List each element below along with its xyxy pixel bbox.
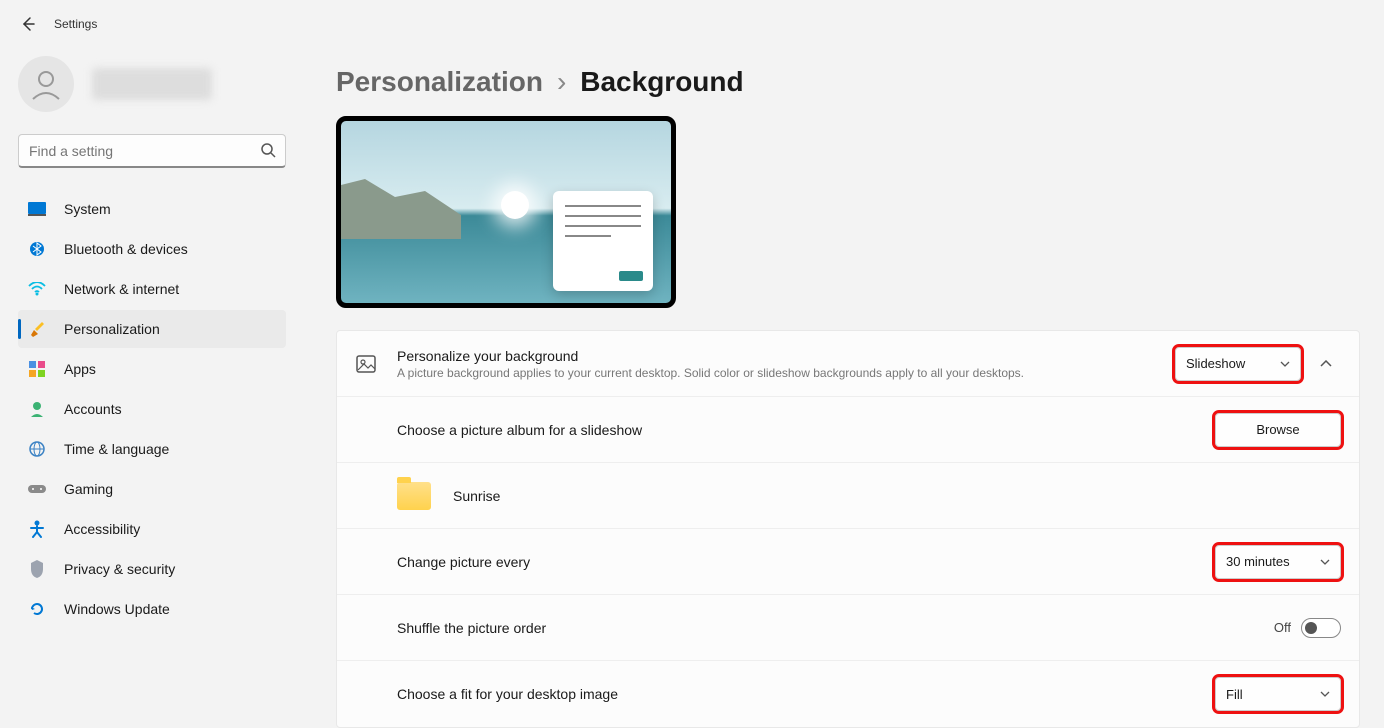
setting-change-interval: Change picture every 30 minutes — [337, 529, 1359, 595]
toggle-state-label: Off — [1274, 620, 1291, 635]
selected-folder[interactable]: Sunrise — [337, 463, 1359, 529]
update-icon — [28, 600, 46, 618]
setting-title: Change picture every — [397, 554, 1215, 570]
sidebar-item-label: Apps — [64, 361, 96, 377]
sidebar-item-network[interactable]: Network & internet — [18, 270, 286, 308]
user-profile[interactable] — [18, 56, 300, 112]
sidebar-item-accounts[interactable]: Accounts — [18, 390, 286, 428]
breadcrumb: Personalization › Background — [336, 66, 1360, 98]
sidebar-item-gaming[interactable]: Gaming — [18, 470, 286, 508]
sidebar-item-time-language[interactable]: Time & language — [18, 430, 286, 468]
sidebar-item-label: Network & internet — [64, 281, 179, 297]
folder-icon — [397, 482, 431, 510]
sidebar-item-label: Time & language — [64, 441, 169, 457]
breadcrumb-parent[interactable]: Personalization — [336, 66, 543, 98]
setting-title: Choose a fit for your desktop image — [397, 686, 1215, 702]
wifi-icon — [28, 280, 46, 298]
setting-title: Choose a picture album for a slideshow — [397, 422, 1215, 438]
sidebar-item-label: System — [64, 201, 111, 217]
chevron-down-icon — [1280, 361, 1290, 367]
dropdown-value: Fill — [1226, 687, 1243, 702]
sidebar-item-personalization[interactable]: Personalization — [18, 310, 286, 348]
setting-title: Shuffle the picture order — [397, 620, 1274, 636]
desktop-preview — [336, 116, 676, 308]
folder-name: Sunrise — [453, 488, 500, 504]
gaming-icon — [28, 480, 46, 498]
sidebar-item-label: Windows Update — [64, 601, 170, 617]
sidebar-item-privacy[interactable]: Privacy & security — [18, 550, 286, 588]
paintbrush-icon — [28, 320, 46, 338]
interval-dropdown[interactable]: 30 minutes — [1215, 545, 1341, 579]
accounts-icon — [28, 400, 46, 418]
shuffle-toggle[interactable] — [1301, 618, 1341, 638]
sidebar-item-label: Accessibility — [64, 521, 140, 537]
collapse-toggle[interactable] — [1311, 360, 1341, 368]
dropdown-value: 30 minutes — [1226, 554, 1290, 569]
sidebar-item-label: Personalization — [64, 321, 160, 337]
avatar — [18, 56, 74, 112]
apps-icon — [28, 360, 46, 378]
sidebar-item-system[interactable]: System — [18, 190, 286, 228]
setting-shuffle: Shuffle the picture order Off — [337, 595, 1359, 661]
shield-icon — [28, 560, 46, 578]
sidebar-item-accessibility[interactable]: Accessibility — [18, 510, 286, 548]
sidebar-item-label: Bluetooth & devices — [64, 241, 188, 257]
setting-choose-album: Choose a picture album for a slideshow B… — [337, 397, 1359, 463]
search-input[interactable] — [18, 134, 286, 168]
sidebar-item-label: Gaming — [64, 481, 113, 497]
browse-button[interactable]: Browse — [1215, 413, 1341, 447]
accessibility-icon — [28, 520, 46, 538]
setting-fit: Choose a fit for your desktop image Fill — [337, 661, 1359, 727]
background-type-dropdown[interactable]: Slideshow — [1175, 347, 1301, 381]
app-title: Settings — [54, 17, 97, 31]
setting-title: Personalize your background — [397, 348, 1175, 364]
globe-icon — [28, 440, 46, 458]
chevron-down-icon — [1320, 691, 1330, 697]
page-title: Background — [580, 66, 743, 98]
search-icon — [260, 142, 276, 158]
setting-personalize-background: Personalize your background A picture ba… — [337, 331, 1359, 397]
sidebar-item-apps[interactable]: Apps — [18, 350, 286, 388]
chevron-right-icon: › — [557, 66, 566, 98]
sidebar-item-windows-update[interactable]: Windows Update — [18, 590, 286, 628]
setting-description: A picture background applies to your cur… — [397, 366, 1175, 380]
dropdown-value: Slideshow — [1186, 356, 1245, 371]
chevron-down-icon — [1320, 559, 1330, 565]
fit-dropdown[interactable]: Fill — [1215, 677, 1341, 711]
picture-icon — [355, 353, 377, 375]
back-arrow-icon[interactable] — [20, 16, 36, 32]
user-name-redacted — [92, 68, 212, 100]
sidebar-item-bluetooth[interactable]: Bluetooth & devices — [18, 230, 286, 268]
sidebar-item-label: Accounts — [64, 401, 122, 417]
bluetooth-icon — [28, 240, 46, 258]
system-icon — [28, 200, 46, 218]
sidebar-item-label: Privacy & security — [64, 561, 175, 577]
